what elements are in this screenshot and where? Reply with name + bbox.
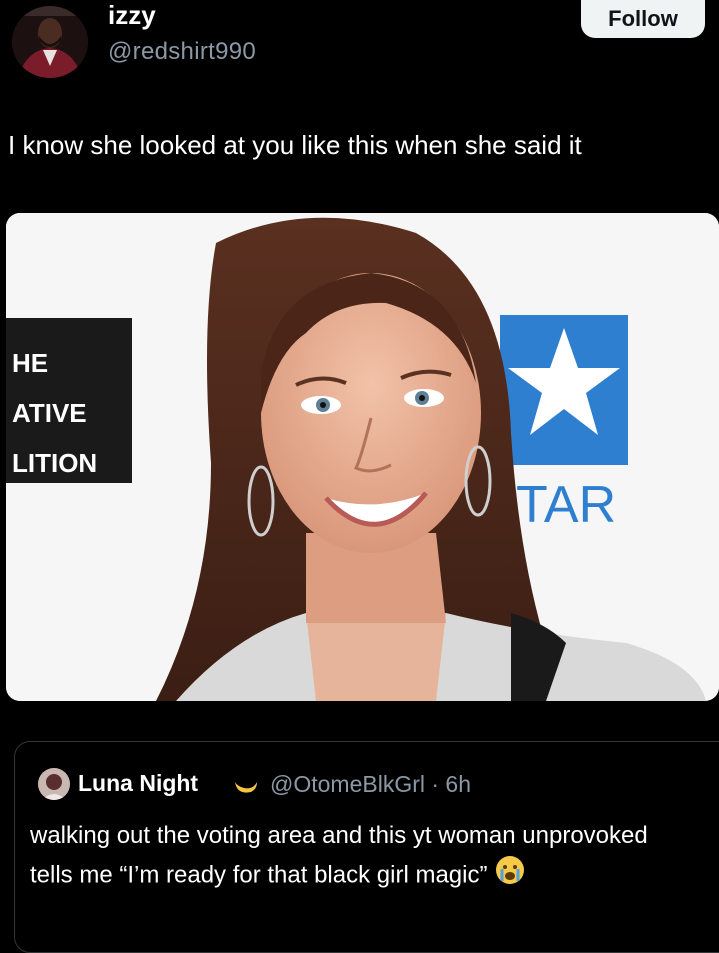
quoted-handle-time[interactable]: @OtomeBlkGrl · 6h [270, 771, 471, 798]
author-avatar[interactable] [12, 6, 88, 78]
author-display-name[interactable]: izzy [108, 0, 156, 31]
quoted-avatar[interactable] [38, 768, 70, 800]
photo-illustration [6, 213, 719, 701]
author-handle[interactable]: @redshirt990 [108, 38, 256, 66]
backdrop-text-line-2: ATIVE [12, 398, 87, 428]
crescent-moon-icon [229, 768, 259, 803]
backdrop-text-right: TAR [516, 476, 617, 534]
follow-button[interactable]: Follow [581, 0, 705, 38]
backdrop-text-line-3: LITION [12, 448, 98, 478]
crying-face-icon [495, 855, 525, 897]
quoted-text-body: walking out the voting area and this yt … [30, 822, 648, 889]
quoted-text: walking out the voting area and this yt … [30, 816, 690, 897]
tweet-text: I know she looked at you like this when … [8, 130, 582, 160]
quoted-display-name[interactable]: Luna Night [78, 770, 198, 797]
tweet-photo[interactable]: HE ATIVE LITION TAR [6, 213, 719, 701]
backdrop-text-line-1: HE [12, 348, 49, 378]
